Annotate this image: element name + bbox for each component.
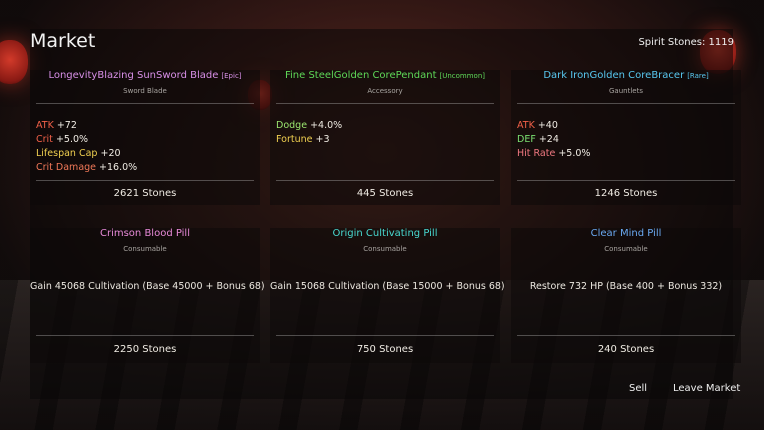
item-price: 2621 Stones: [113, 188, 177, 199]
item-stats: ATK +72 Crit +5.0% Lifespan Cap +20 Crit…: [36, 119, 137, 175]
item-price: 445 Stones: [356, 188, 414, 199]
page-title: Market: [30, 30, 96, 52]
lantern-left: [0, 40, 28, 84]
divider: [276, 180, 494, 181]
stat-line: DEF +24: [517, 134, 559, 145]
stat-line: Crit +5.0%: [36, 134, 89, 145]
divider: [36, 335, 254, 336]
item-stats: Dodge +4.0% Fortune +3: [276, 119, 342, 147]
stat-line: Crit Damage +16.0%: [36, 162, 138, 173]
item-type: Accessory: [367, 87, 403, 95]
stat-line: Fortune +3: [276, 134, 330, 145]
divider: [276, 103, 494, 104]
item-name: Origin Cultivating Pill: [332, 228, 438, 239]
item-description: Restore 732 HP (Base 400 + Bonus 332): [529, 281, 723, 292]
item-type: Sword Blade: [123, 87, 167, 95]
divider: [517, 103, 735, 104]
item-name: Clear Mind Pill: [590, 228, 662, 239]
spirit-stones-counter: Spirit Stones: 1119: [638, 37, 734, 48]
equipment-card-3[interactable]: Dark IronGolden CoreBracer [Rare] Gauntle…: [511, 70, 741, 205]
stat-line: ATK +40: [517, 120, 558, 131]
stat-line: Hit Rate +5.0%: [517, 148, 591, 159]
item-name: LongevityBlazing SunSword Blade [Epic]: [48, 70, 242, 81]
stat-line: ATK +72: [36, 120, 77, 131]
divider: [517, 335, 735, 336]
item-type: Gauntlets: [609, 87, 643, 95]
item-name: Dark IronGolden CoreBracer [Rare]: [543, 70, 709, 81]
item-price: 240 Stones: [597, 344, 655, 355]
equipment-card-1[interactable]: LongevityBlazing SunSword Blade [Epic] Sw…: [30, 70, 260, 205]
item-type: Consumable: [363, 245, 407, 253]
item-description: Gain 15068 Cultivation (Base 15000 + Bon…: [270, 281, 505, 292]
item-name: Fine SteelGolden CorePendant [Uncommon]: [284, 70, 486, 81]
equipment-card-2[interactable]: Fine SteelGolden CorePendant [Uncommon] A…: [270, 70, 500, 205]
consumable-card-3[interactable]: Clear Mind Pill Consumable Restore 732 H…: [511, 228, 741, 363]
divider: [276, 335, 494, 336]
item-name: Crimson Blood Pill: [99, 228, 190, 239]
stat-line: Dodge +4.0%: [276, 120, 343, 131]
item-type: Consumable: [123, 245, 167, 253]
item-price: 1246 Stones: [594, 188, 658, 199]
divider: [36, 103, 254, 104]
leave-market-button[interactable]: Leave Market: [673, 383, 740, 394]
item-price: 750 Stones: [356, 344, 414, 355]
sell-button[interactable]: Sell: [629, 383, 647, 394]
consumable-card-1[interactable]: Crimson Blood Pill Consumable Gain 45068…: [30, 228, 265, 363]
consumable-card-2[interactable]: Origin Cultivating Pill Consumable Gain …: [270, 228, 505, 363]
item-stats: ATK +40 DEF +24 Hit Rate +5.0%: [517, 119, 590, 161]
stat-line: Lifespan Cap +20: [36, 148, 121, 159]
divider: [517, 180, 735, 181]
item-price: 2250 Stones: [113, 344, 177, 355]
item-description: Gain 45068 Cultivation (Base 45000 + Bon…: [30, 281, 265, 292]
item-type: Consumable: [604, 245, 648, 253]
divider: [36, 180, 254, 181]
